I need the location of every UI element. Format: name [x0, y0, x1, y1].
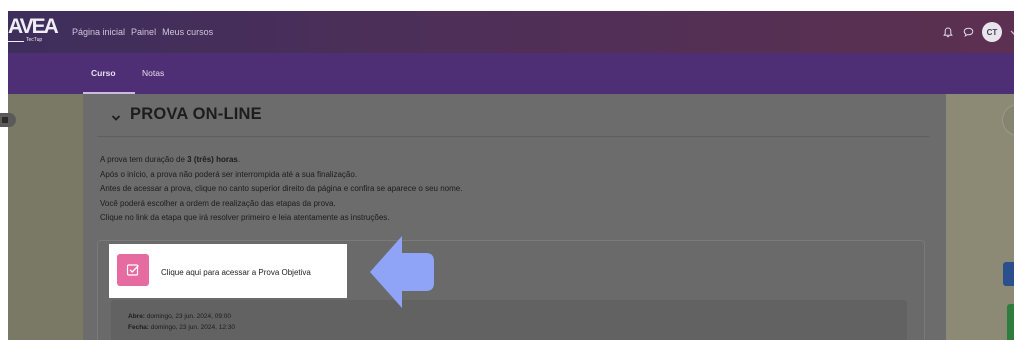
course-index-toggle[interactable] [0, 113, 16, 127]
opens-date: Abre: domingo, 23 jun. 2024, 09:00 [128, 313, 231, 320]
right-drawer-area [946, 94, 1014, 340]
section-title: PROVA ON-LINE [130, 105, 262, 123]
primary-nav: Página inicial Painel Meus cursos [72, 27, 213, 37]
instruction-line: Clique no link da etapa que irá resolver… [100, 213, 390, 222]
drawer-icon [2, 117, 8, 123]
quiz-icon [117, 254, 149, 286]
arrow-pointer-icon [370, 236, 434, 308]
closes-date: Fecha: domingo, 23 jun. 2024, 12:30 [128, 324, 235, 331]
chevron-down-icon[interactable] [111, 110, 121, 121]
tab-grades[interactable]: Notas [142, 68, 164, 78]
bell-icon[interactable] [942, 26, 954, 38]
section-header[interactable]: PROVA ON-LINE [111, 105, 262, 124]
side-help-button[interactable] [1007, 304, 1014, 340]
section-summary: A prova tem duração de 3 (três) horas. A… [100, 153, 800, 226]
side-action-button[interactable] [1003, 262, 1014, 286]
instruction-line: Você poderá escolher a ordem de realizaç… [100, 198, 336, 208]
instruction-line: Antes de acessar a prova, clique no cant… [100, 184, 463, 193]
top-navbar: AVEA TecTup Página inicial Painel Meus c… [8, 11, 1014, 53]
course-nav-bar: Curso Notas [8, 53, 1014, 94]
chevron-down-icon[interactable] [1010, 27, 1014, 37]
user-avatar[interactable]: CT [982, 22, 1002, 42]
duration-line: A prova tem duração de 3 (três) horas. [100, 155, 241, 164]
nav-home-link[interactable]: Página inicial [72, 27, 125, 37]
quiz-link[interactable]: Clique aqui para acessar a Prova Objetiv… [161, 268, 311, 277]
tab-course[interactable]: Curso [91, 68, 116, 78]
highlighted-quiz-activity[interactable]: Clique aqui para acessar a Prova Objetiv… [109, 244, 347, 298]
section-divider [97, 136, 929, 137]
logo-subtext: TecTup [26, 37, 43, 43]
chat-icon[interactable] [962, 26, 974, 38]
nav-dashboard-link[interactable]: Painel [131, 27, 156, 37]
logo-text: AVEA [8, 15, 59, 38]
nav-my-courses-link[interactable]: Meus cursos [162, 27, 213, 37]
user-menu-area: CT [942, 11, 1014, 53]
site-logo[interactable]: AVEA TecTup [8, 11, 59, 53]
activity-dates: Abre: domingo, 23 jun. 2024, 09:00 Fecha… [111, 300, 907, 340]
instruction-line: Após o início, a prova não poderá ser in… [100, 169, 358, 179]
